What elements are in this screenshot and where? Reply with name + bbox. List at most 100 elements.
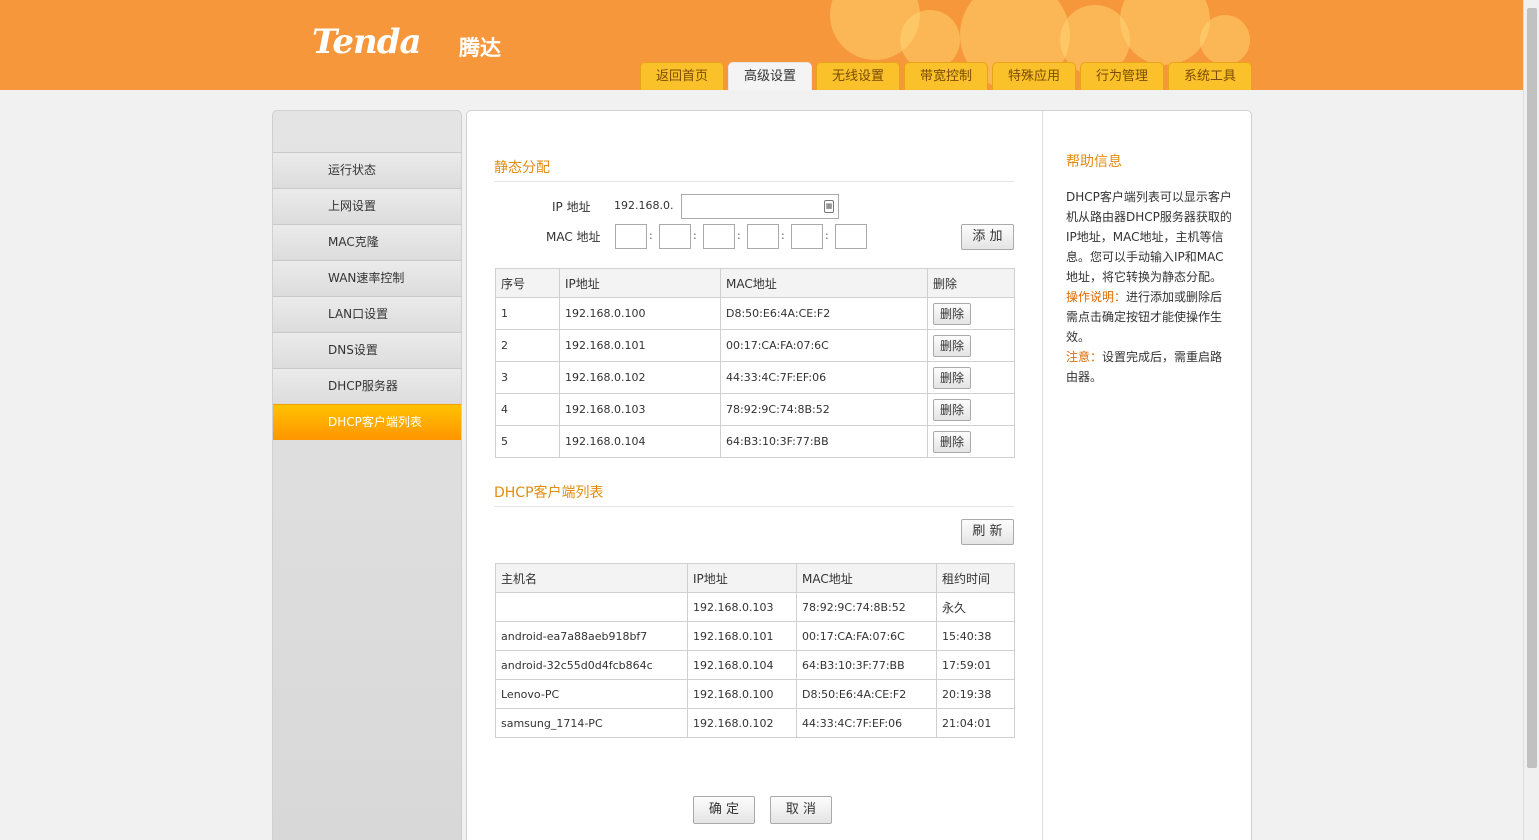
refresh-button[interactable]: 刷 新 (961, 519, 1014, 545)
cell-mac: 00:17:CA:FA:07:6C (720, 329, 928, 362)
cell-hostname (495, 592, 688, 622)
ip-last-octet-input[interactable]: ▦ (681, 194, 839, 219)
col-delete: 删除 (927, 268, 1015, 298)
mac-separator: : (825, 229, 829, 242)
sidebar-item-dhcp-server[interactable]: DHCP服务器 (273, 368, 461, 404)
cell-mac: 44:33:4C:7F:EF:06 (796, 708, 937, 738)
tab-behavior[interactable]: 行为管理 (1080, 62, 1164, 90)
sidebar-item-dns[interactable]: DNS设置 (273, 332, 461, 368)
mac-label: MAC 地址 (546, 230, 601, 244)
cell-index: 1 (495, 297, 560, 330)
table-row: samsung_1714-PC 192.168.0.102 44:33:4C:7… (495, 708, 1015, 738)
cell-index: 2 (495, 329, 560, 362)
tab-wireless[interactable]: 无线设置 (816, 62, 900, 90)
help-op-label: 操作说明： (1066, 290, 1127, 304)
delete-button[interactable]: 删除 (933, 334, 971, 357)
decor-bubble (1200, 15, 1250, 65)
cell-delete: 删除 (927, 361, 1015, 394)
col-ip: IP地址 (687, 563, 797, 593)
col-mac: MAC地址 (796, 563, 937, 593)
cell-ip: 192.168.0.103 (559, 393, 721, 426)
cell-mac: D8:50:E6:4A:CE:F2 (796, 679, 937, 709)
cell-lease: 17:59:01 (936, 650, 1015, 680)
mac-field-5[interactable] (791, 224, 823, 249)
ip-label: IP 地址 (552, 200, 591, 214)
sidebar-item-status[interactable]: 运行状态 (273, 152, 461, 188)
delete-button[interactable]: 删除 (933, 398, 971, 421)
help-text: DHCP客户端列表可以显示客户机从路由器DHCP服务器获取的IP地址，MAC地址… (1066, 187, 1232, 387)
cell-lease: 21:04:01 (936, 708, 1015, 738)
cell-lease: 20:19:38 (936, 679, 1015, 709)
cancel-button[interactable]: 取 消 (770, 796, 832, 824)
col-index: 序号 (495, 268, 560, 298)
mac-field-1[interactable] (615, 224, 647, 249)
table-row: Lenovo-PC 192.168.0.100 D8:50:E6:4A:CE:F… (495, 679, 1015, 709)
static-table: 序号 IP地址 MAC地址 删除 1 192.168.0.100 D8:50:E… (495, 268, 1015, 458)
table-row: android-32c55d0d4fcb864c 192.168.0.104 6… (495, 650, 1015, 680)
cell-ip: 192.168.0.100 (687, 679, 797, 709)
page-scrollbar[interactable] (1523, 0, 1539, 840)
cell-ip: 192.168.0.104 (559, 425, 721, 458)
delete-button[interactable]: 删除 (933, 366, 971, 389)
sidebar-item-lan[interactable]: LAN口设置 (273, 296, 461, 332)
cell-hostname: android-ea7a88aeb918bf7 (495, 621, 688, 651)
cell-index: 4 (495, 393, 560, 426)
mac-field-6[interactable] (835, 224, 867, 249)
keyboard-icon: ▦ (824, 200, 834, 213)
decor-bubble (1120, 0, 1210, 65)
section-divider (494, 181, 1014, 182)
cell-mac: 64:B3:10:3F:77:BB (796, 650, 937, 680)
cell-mac: 78:92:9C:74:8B:52 (720, 393, 928, 426)
sidebar: 运行状态 上网设置 MAC克隆 WAN速率控制 LAN口设置 DNS设置 DHC… (272, 110, 462, 840)
sidebar-item-wan-rate[interactable]: WAN速率控制 (273, 260, 461, 296)
sidebar-item-dhcp-clients[interactable]: DHCP客户端列表 (273, 404, 461, 440)
cell-ip: 192.168.0.102 (559, 361, 721, 394)
cell-delete: 删除 (927, 297, 1015, 330)
sidebar-item-internet[interactable]: 上网设置 (273, 188, 461, 224)
scrollbar-thumb[interactable] (1527, 8, 1537, 768)
col-lease: 租约时间 (936, 563, 1015, 593)
mac-separator: : (737, 229, 741, 242)
sidebar-item-mac-clone[interactable]: MAC克隆 (273, 224, 461, 260)
table-row: 3 192.168.0.102 44:33:4C:7F:EF:06 删除 (495, 361, 1015, 394)
mac-field-2[interactable] (659, 224, 691, 249)
table-header-row: 主机名 IP地址 MAC地址 租约时间 (495, 563, 1015, 593)
cell-index: 5 (495, 425, 560, 458)
tenda-logo-cn: 腾达 (459, 36, 501, 60)
table-row: 5 192.168.0.104 64:B3:10:3F:77:BB 删除 (495, 425, 1015, 458)
decor-bubble (900, 10, 960, 70)
add-button[interactable]: 添 加 (961, 224, 1014, 250)
cell-hostname: android-32c55d0d4fcb864c (495, 650, 688, 680)
tab-special[interactable]: 特殊应用 (992, 62, 1076, 90)
tab-tools[interactable]: 系统工具 (1168, 62, 1252, 90)
clients-section-title: DHCP客户端列表 (494, 485, 604, 501)
delete-button[interactable]: 删除 (933, 302, 971, 325)
cell-ip: 192.168.0.100 (559, 297, 721, 330)
header-banner: Tenda 腾达 返回首页 高级设置 无线设置 带宽控制 特殊应用 行为管理 系… (0, 0, 1523, 90)
table-row: 4 192.168.0.103 78:92:9C:74:8B:52 删除 (495, 393, 1015, 426)
mac-field-4[interactable] (747, 224, 779, 249)
delete-button[interactable]: 删除 (933, 430, 971, 453)
table-row: 2 192.168.0.101 00:17:CA:FA:07:6C 删除 (495, 329, 1015, 362)
ip-prefix: 192.168.0. (614, 199, 674, 212)
help-intro: DHCP客户端列表可以显示客户机从路由器DHCP服务器获取的IP地址，MAC地址… (1066, 190, 1232, 284)
help-title: 帮助信息 (1066, 154, 1122, 170)
tenda-logo: Tenda (312, 22, 422, 62)
cell-lease: 15:40:38 (936, 621, 1015, 651)
panel-divider (1042, 111, 1043, 840)
cell-delete: 删除 (927, 393, 1015, 426)
cell-ip: 192.168.0.102 (687, 708, 797, 738)
table-row: 192.168.0.103 78:92:9C:74:8B:52 永久 (495, 592, 1015, 622)
clients-table: 主机名 IP地址 MAC地址 租约时间 192.168.0.103 78:92:… (495, 563, 1015, 738)
ok-button[interactable]: 确 定 (693, 796, 755, 824)
mac-field-3[interactable] (703, 224, 735, 249)
cell-ip: 192.168.0.104 (687, 650, 797, 680)
cell-mac: 00:17:CA:FA:07:6C (796, 621, 937, 651)
tab-bandwidth[interactable]: 带宽控制 (904, 62, 988, 90)
cell-delete: 删除 (927, 425, 1015, 458)
mac-separator: : (693, 229, 697, 242)
mac-separator: : (781, 229, 785, 242)
tab-home[interactable]: 返回首页 (640, 62, 724, 90)
cell-ip: 192.168.0.101 (687, 621, 797, 651)
tab-advanced[interactable]: 高级设置 (728, 62, 812, 90)
